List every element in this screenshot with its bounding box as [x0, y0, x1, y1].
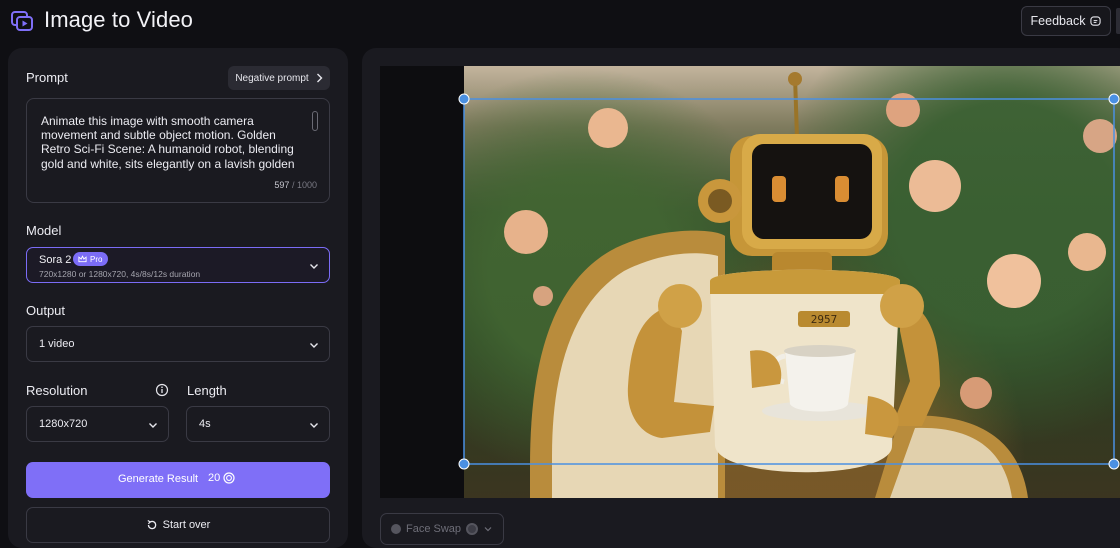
prompt-scrollbar[interactable]	[312, 111, 318, 131]
resolution-value: 1280x720	[39, 418, 88, 430]
start-over-label: Start over	[162, 519, 211, 531]
prompt-text[interactable]: Animate this image with smooth camera mo…	[41, 114, 303, 172]
image-preview-canvas[interactable]: 2957	[380, 66, 1120, 498]
credit-cost-value: 20	[208, 472, 221, 484]
chevron-right-icon	[316, 73, 323, 83]
overflow-button-edge[interactable]	[1116, 8, 1120, 34]
feedback-label: Feedback	[1030, 14, 1086, 28]
resolution-select[interactable]: 1280x720	[26, 406, 169, 442]
crop-handle-bottom-right[interactable]	[1108, 458, 1120, 470]
chevron-down-icon	[310, 423, 318, 428]
crown-icon	[78, 255, 87, 263]
prompt-label: Prompt	[26, 70, 68, 85]
negative-prompt-label: Negative prompt	[235, 72, 309, 84]
face-swap-icon	[390, 524, 401, 534]
robot-illustration: 2957	[458, 72, 1120, 498]
info-icon[interactable]	[155, 383, 169, 397]
crop-handle-top-left[interactable]	[458, 93, 470, 105]
negative-prompt-button[interactable]: Negative prompt	[228, 66, 330, 90]
crop-handle-top-right[interactable]	[1108, 93, 1120, 105]
start-over-button[interactable]: Start over	[26, 507, 330, 543]
avatar-icon	[466, 523, 479, 535]
settings-panel: Prompt Negative prompt Animate this imag…	[8, 48, 348, 548]
output-select[interactable]: 1 video	[26, 326, 330, 362]
chevron-down-icon	[484, 527, 492, 532]
image-to-video-icon	[11, 11, 33, 31]
resolution-label: Resolution	[26, 383, 88, 398]
length-label: Length	[187, 383, 227, 398]
character-count-value: 597	[274, 180, 290, 190]
page-title: Image to Video	[44, 7, 193, 32]
credit-coin-icon	[223, 472, 235, 484]
robot-plate-text: 2957	[811, 313, 838, 326]
output-value: 1 video	[39, 338, 75, 350]
restart-icon	[147, 519, 156, 530]
model-description: 720x1280 or 1280x720, 4s/8s/12s duration	[39, 269, 201, 279]
output-label: Output	[26, 303, 66, 318]
feedback-button[interactable]: Feedback	[1021, 6, 1111, 36]
pro-badge: Pro	[73, 252, 109, 266]
prompt-textarea[interactable]: Animate this image with smooth camera mo…	[26, 98, 330, 203]
credit-cost: 20	[208, 472, 235, 484]
chevron-down-icon	[310, 343, 318, 348]
chat-icon	[1090, 15, 1102, 26]
top-bar: Image to Video Feedback	[0, 0, 1120, 44]
generate-result-label: Generate Result	[118, 473, 199, 485]
chevron-down-icon	[310, 264, 318, 269]
face-swap-label: Face Swap	[405, 523, 462, 535]
chevron-down-icon	[149, 423, 157, 428]
crop-handle-bottom-left[interactable]	[458, 458, 470, 470]
pro-badge-label: Pro	[90, 254, 103, 264]
model-select[interactable]: Sora 2 Pro 720x1280 or 1280x720, 4s/8s/1…	[26, 247, 330, 283]
length-select[interactable]: 4s	[186, 406, 330, 442]
character-count: 597 / 1000	[274, 180, 317, 190]
length-value: 4s	[199, 418, 211, 430]
face-swap-button[interactable]: Face Swap	[380, 513, 504, 545]
character-count-max: / 1000	[291, 180, 317, 190]
model-label: Model	[26, 223, 62, 238]
model-name: Sora 2	[39, 254, 72, 266]
generate-result-button[interactable]: Generate Result 20	[26, 462, 330, 498]
